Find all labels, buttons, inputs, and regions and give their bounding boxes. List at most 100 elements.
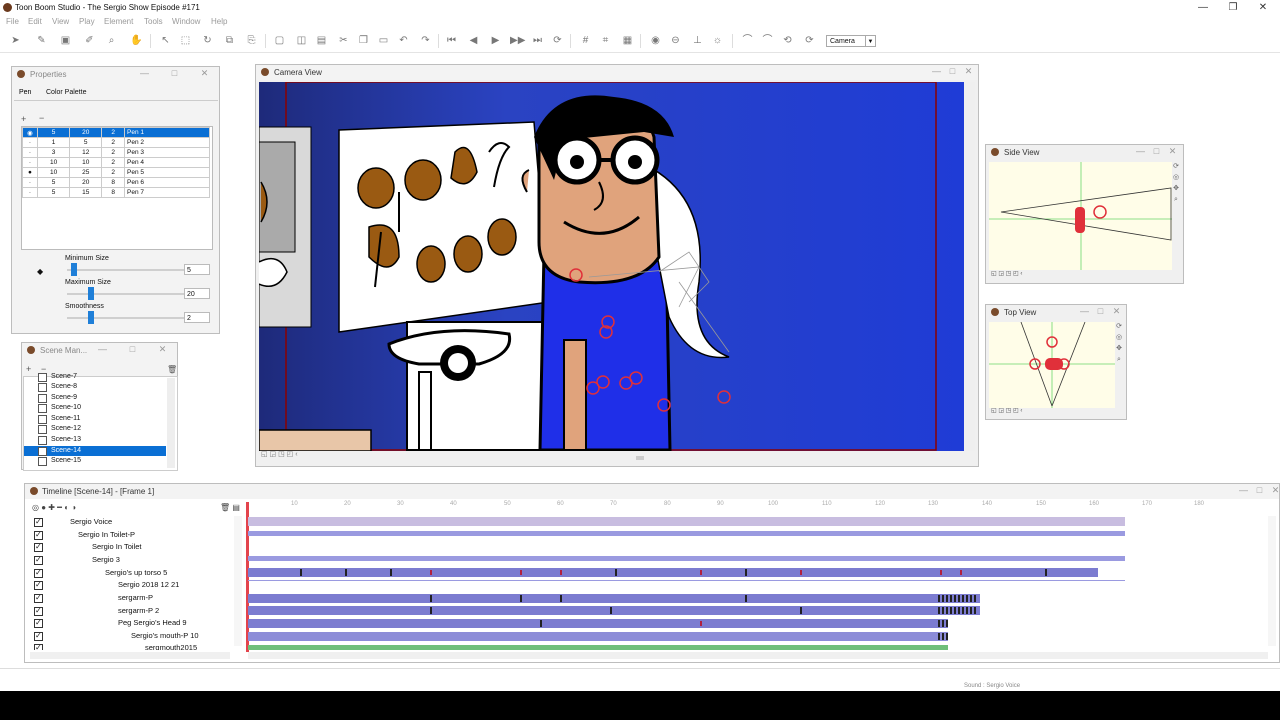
menu-help[interactable]: Help (211, 17, 227, 26)
panel-minimize-button[interactable]: — (932, 67, 941, 76)
zoom-icon[interactable]: ⌕ (1115, 356, 1123, 364)
track-sergio-voice[interactable] (248, 517, 1125, 526)
keyframe[interactable] (430, 570, 432, 575)
scale-icon[interactable]: ⟲ (782, 35, 793, 46)
panel-maximize-button[interactable]: □ (1255, 486, 1264, 495)
timeline-ruler[interactable]: 10 20 30 40 50 60 70 80 90 100 110 120 1… (248, 501, 1273, 511)
loop-icon[interactable]: ⟳ (552, 35, 563, 46)
hand-tool-icon[interactable]: ✋ (130, 35, 142, 46)
min-size-slider-thumb[interactable] (71, 263, 77, 276)
prev-frame-icon[interactable]: ◀ (468, 35, 479, 46)
pen-row-5[interactable]: ● 10 25 2 Pen 5 (22, 167, 210, 178)
camera-icon[interactable]: ◫ (296, 35, 307, 46)
camera-reset-icon[interactable]: ◎ (1115, 334, 1123, 342)
keyframe[interactable] (745, 569, 747, 576)
keyframe[interactable] (430, 595, 432, 602)
keyframe[interactable] (345, 569, 347, 576)
keyframe[interactable] (520, 595, 522, 602)
align-icon[interactable]: ⊖ (670, 35, 681, 46)
track[interactable] (248, 632, 948, 641)
layer-row[interactable]: sergarm-P (30, 592, 240, 604)
rotate-view-icon[interactable]: ⟳ (1115, 323, 1123, 331)
menu-edit[interactable]: Edit (28, 17, 42, 26)
grid-icon[interactable]: # (580, 35, 591, 46)
top-view-canvas[interactable] (989, 321, 1115, 408)
keyframe[interactable] (520, 570, 522, 575)
safe-area-icon[interactable]: ▦ (622, 35, 633, 46)
keyframe[interactable] (800, 570, 802, 575)
panel-minimize-button[interactable]: — (1080, 307, 1089, 316)
copy-icon[interactable]: ⧉ (224, 35, 235, 46)
min-size-input[interactable]: 5 (184, 264, 210, 275)
scene-item[interactable]: Scene-9 (24, 393, 166, 403)
close-button[interactable]: ✕ (1256, 2, 1270, 14)
smoothness-slider-thumb[interactable] (88, 311, 94, 324)
layer-icon[interactable]: ▤ (316, 35, 327, 46)
rotate-tool-icon[interactable]: ↻ (202, 35, 213, 46)
layer-vscroll[interactable] (234, 516, 242, 646)
pan-icon[interactable]: ✥ (1115, 345, 1123, 353)
motion-path-icon[interactable]: ⌒ (742, 35, 753, 46)
paint-bucket-icon[interactable]: ▣ (60, 35, 71, 46)
scene-item[interactable]: Scene-10 (24, 403, 166, 413)
scene-item[interactable]: Scene-13 (24, 435, 166, 445)
top-view-bottom-tools[interactable]: ◱ ◲ ◳ ◰ ‹ (991, 407, 1022, 414)
tab-pen[interactable]: Pen (19, 89, 31, 96)
scene-item[interactable]: Scene-12 (24, 424, 166, 434)
track[interactable] (248, 619, 948, 628)
keyframe[interactable] (390, 569, 392, 576)
cut-icon[interactable]: ✂ (338, 35, 349, 46)
track[interactable] (248, 556, 1125, 561)
max-size-input[interactable]: 20 (184, 288, 210, 299)
scene-item[interactable]: Scene-7 (24, 372, 166, 382)
camera-view-bottom-tools[interactable]: ◱ ◲ ◳ ◰ ‹ (261, 450, 298, 458)
panel-maximize-button[interactable]: □ (1152, 147, 1161, 156)
marquee-tool-icon[interactable]: ⬚ (180, 35, 191, 46)
layer-row[interactable]: Sergio's up torso 5 (30, 567, 240, 579)
panel-maximize-button[interactable]: □ (170, 69, 179, 78)
duplicate-icon[interactable]: ❐ (358, 35, 369, 46)
pen-row-7[interactable]: · 5 15 8 Pen 7 (22, 187, 210, 198)
panel-maximize-button[interactable]: □ (128, 345, 137, 354)
layer-row[interactable]: Sergio 2018 12 21 (30, 579, 240, 591)
tab-color-palette[interactable]: Color Palette (46, 89, 86, 96)
timeline-layer-tools[interactable]: ◎ ● ✚ ━ ◐ ◑ (32, 503, 76, 512)
layer-row[interactable]: sergarm-P 2 (30, 605, 240, 617)
pen-row-1[interactable]: ◉ 5 20 2 Pen 1 (22, 127, 210, 138)
delete-scene-icon[interactable]: 🗑 (167, 365, 177, 374)
max-size-slider[interactable] (67, 293, 187, 295)
side-view-bottom-tools[interactable]: ◱ ◲ ◳ ◰ ‹ (991, 270, 1022, 277)
light-table-icon[interactable]: ☼ (712, 35, 723, 46)
timeline-vscroll[interactable] (1268, 516, 1276, 646)
rotate-view-icon[interactable]: ⟳ (1172, 163, 1180, 171)
menu-element[interactable]: Element (104, 17, 133, 26)
keyframe-cluster[interactable] (938, 620, 948, 627)
keyframe[interactable] (540, 620, 542, 627)
redo-icon[interactable]: ↷ (420, 35, 431, 46)
next-frame-icon[interactable]: ▶▶ (510, 35, 525, 46)
keyframe[interactable] (960, 570, 962, 575)
pen-row-6[interactable]: · 5 20 8 Pen 6 (22, 177, 210, 188)
restore-button[interactable]: ❐ (1226, 2, 1240, 14)
scene-item[interactable]: Scene-15 (24, 456, 166, 466)
pen-row-4[interactable]: · 10 10 2 Pen 4 (22, 157, 210, 168)
remove-pen-icon[interactable]: − (39, 113, 48, 123)
onion-skin-icon[interactable]: ◉ (650, 35, 661, 46)
timeline-delete-icon[interactable]: 🗑 ▤ (220, 503, 240, 512)
camera-reset-icon[interactable]: ◎ (1172, 174, 1180, 182)
side-view-canvas[interactable] (989, 162, 1172, 270)
new-drawing-icon[interactable]: ▢ (274, 35, 285, 46)
panel-minimize-button[interactable]: — (140, 69, 149, 78)
scene-item[interactable]: Scene-11 (24, 414, 166, 424)
paste-icon[interactable]: ⎘ (246, 35, 257, 46)
menu-play[interactable]: Play (79, 17, 95, 26)
track[interactable] (248, 645, 948, 650)
max-size-slider-thumb[interactable] (88, 287, 94, 300)
keyframe[interactable] (430, 607, 432, 614)
minimize-button[interactable]: — (1196, 2, 1210, 14)
panel-maximize-button[interactable]: □ (948, 67, 957, 76)
keyframe[interactable] (700, 570, 702, 575)
layer-row[interactable]: Peg Sergio's Head 9 (30, 617, 240, 629)
camera-view-vscroll[interactable] (965, 82, 975, 451)
panel-close-button[interactable]: ✕ (1168, 147, 1177, 156)
